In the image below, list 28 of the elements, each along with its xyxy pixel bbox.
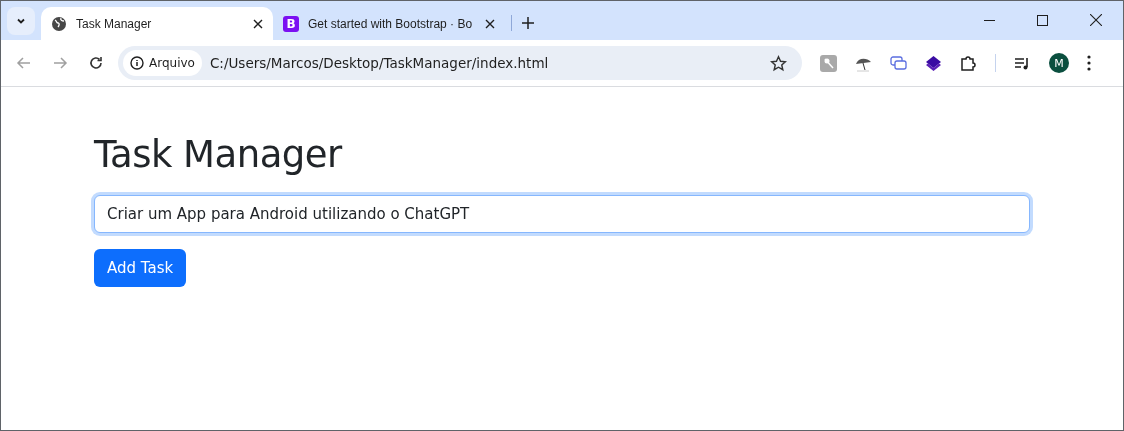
close-icon[interactable] — [253, 18, 263, 29]
close-icon[interactable] — [1090, 14, 1102, 26]
new-tab-icon[interactable] — [522, 17, 534, 29]
chat-icon[interactable] — [890, 54, 907, 72]
globe-icon — [51, 15, 67, 32]
url-text: C:/Users/Marcos/Desktop/TaskManager/index.html — [209, 55, 550, 71]
star-icon[interactable] — [770, 54, 787, 72]
profile-avatar[interactable]: M — [1049, 53, 1069, 73]
layers-icon[interactable] — [925, 54, 942, 72]
tab-title: Get started with Bootstrap · Bo — [308, 16, 474, 31]
task-input[interactable]: Criar um App para Android utilizando o ChatGPT — [94, 195, 1030, 233]
puzzle-icon[interactable] — [960, 54, 977, 72]
browser-tab[interactable]: Task Manager — [41, 7, 273, 40]
close-icon[interactable] — [485, 18, 495, 29]
reload-icon[interactable] — [88, 55, 104, 71]
tab-title: Task Manager — [76, 16, 153, 31]
back-icon[interactable] — [16, 55, 32, 71]
address-bar[interactable]: Arquivo C:/Users/Marcos/Desktop/TaskManager/index.html — [118, 46, 802, 80]
info-icon — [130, 56, 144, 70]
chip-label: Arquivo — [149, 56, 195, 70]
maximize-icon[interactable] — [1037, 15, 1048, 26]
bootstrap-logo-icon: B — [283, 15, 299, 32]
browser-tab[interactable]: B Get started with Bootstrap · Bo — [273, 7, 505, 40]
add-task-button[interactable]: Add Task — [94, 249, 187, 287]
forward-icon[interactable] — [52, 55, 68, 71]
page-heading: Task Manager — [94, 133, 344, 176]
site-info-chip[interactable]: Arquivo — [123, 50, 202, 76]
more-menu-icon[interactable] — [1087, 55, 1091, 71]
